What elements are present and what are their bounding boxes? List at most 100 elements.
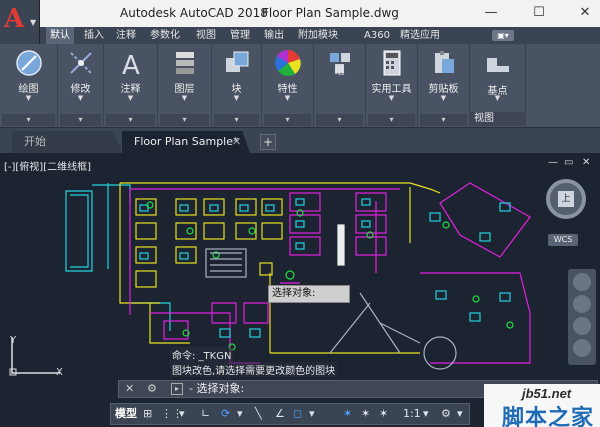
view-panel-label[interactable]: 视图 — [470, 112, 526, 126]
properties-icon — [274, 49, 301, 76]
watermark-site: jb51.net — [522, 386, 572, 401]
panel-expand-icon[interactable]: ▾ — [2, 114, 55, 126]
drawing-canvas[interactable]: [-][俯视][二维线框] — ▭ ✕ 上 WCS Y X 选择对象: 命令: … — [0, 153, 600, 401]
minimize-button[interactable]: — — [476, 2, 506, 24]
chevron-down-icon: ▼ — [440, 94, 447, 102]
polar-menu-icon[interactable]: ▾ — [237, 404, 243, 424]
clipboard-button[interactable]: 剪贴板 ▼ ▾ — [418, 44, 470, 128]
zoom-icon[interactable] — [573, 317, 591, 335]
file-title: Floor Plan Sample.dwg — [262, 6, 399, 20]
tab-default[interactable]: 默认 — [46, 27, 74, 44]
full-navigation-wheel-icon[interactable] — [573, 273, 591, 291]
clipboard-icon — [434, 51, 454, 73]
utilities-button[interactable]: 实用工具 ▼ ▾ — [366, 44, 418, 128]
draw-icon — [15, 50, 42, 76]
close-window-button[interactable]: ✕ — [570, 2, 600, 24]
tab-featured-apps[interactable]: 精选应用 — [396, 27, 444, 44]
application-menu-button[interactable]: A ▼ — [0, 0, 40, 44]
isodraft-icon[interactable]: ╲ — [255, 404, 262, 424]
close-command-line-icon[interactable]: ✕ — [125, 381, 134, 397]
annotation-label: 注释 — [120, 84, 141, 95]
block-icon — [225, 51, 248, 72]
viewport-minimize-icon[interactable]: — — [548, 157, 558, 168]
status-toolbar: 模型 ⊞ ⋮⋮ ▾ ∟ ⟳ ▾ ╲ ∠ ◻ ▾ ✶ ✶ ✶ 1:1 ▾ ⚙ ▾ — [110, 403, 470, 425]
viewcube-top-face[interactable]: 上 — [558, 191, 574, 207]
panel-expand-icon[interactable]: ▾ — [60, 114, 101, 126]
customize-wrench-icon[interactable]: ⚙ — [147, 381, 157, 397]
new-tab-button[interactable]: + — [260, 134, 276, 150]
layers-button[interactable]: 图层 ▼ ▾ — [158, 44, 212, 128]
panel-expand-icon[interactable]: ▾ — [316, 114, 363, 126]
scale-menu-icon[interactable]: ▾ — [423, 404, 429, 424]
tab-floor-plan-label: Floor Plan Sample* — [134, 135, 239, 148]
chevron-down-icon: ▼ — [494, 94, 501, 102]
properties-button[interactable]: 特性 ▼ ▾ — [262, 44, 314, 128]
tab-addins[interactable]: 附加模块 — [294, 27, 342, 44]
viewport-close-icon[interactable]: ✕ — [582, 157, 590, 168]
tab-annotate[interactable]: 注释 — [112, 27, 140, 44]
viewport-controls-label[interactable]: [-][俯视][二维线框] — [4, 158, 91, 173]
utilities-icon — [383, 50, 400, 76]
tab-output[interactable]: 输出 — [260, 27, 288, 44]
ribbon-tab-bar: 默认 插入 注释 参数化 视图 管理 输出 附加模块 A360 精选应用 ▣▾ — [40, 27, 600, 44]
workspace-gear-icon[interactable]: ⚙ — [441, 404, 451, 424]
chevron-down-icon: ▼ — [233, 94, 240, 102]
annotation-button[interactable]: A 注释 ▼ ▾ — [104, 44, 158, 128]
navigation-bar[interactable] — [568, 269, 596, 365]
panel-expand-icon[interactable]: ▾ — [368, 114, 415, 126]
object-snap-tracking-icon[interactable]: ∠ — [275, 404, 285, 424]
draw-button[interactable]: 绘图 ▼ ▾ — [0, 44, 58, 128]
chevron-down-icon: ▼ — [284, 94, 291, 102]
block-label: 块 — [231, 84, 242, 95]
workspace-menu-icon[interactable]: ▾ — [457, 404, 463, 424]
ucs-y-label: Y — [10, 335, 17, 346]
panel-expand-icon[interactable]: ▾ — [106, 114, 155, 126]
pan-icon[interactable] — [573, 295, 591, 313]
file-tab-bar: 开始 Floor Plan Sample* ✕ + — [0, 128, 600, 153]
group-label: 组 — [334, 66, 345, 77]
object-snap-menu-icon[interactable]: ▾ — [309, 404, 315, 424]
chevron-down-icon: ▼ — [77, 94, 84, 102]
ribbon-options-icon[interactable]: ▣▾ — [492, 30, 514, 41]
annotation-scale-icon[interactable]: ✶ — [379, 404, 388, 424]
tab-view[interactable]: 视图 — [192, 27, 220, 44]
model-space-button[interactable]: 模型 — [115, 404, 137, 424]
ortho-icon[interactable]: ∟ — [201, 404, 210, 424]
tab-insert[interactable]: 插入 — [80, 27, 108, 44]
tab-a360[interactable]: A360 — [360, 27, 394, 44]
group-button[interactable]: 组 ▾ — [314, 44, 366, 128]
panel-expand-icon[interactable]: ▾ — [214, 114, 259, 126]
orbit-icon[interactable] — [573, 339, 591, 357]
autocad-logo-icon: A — [4, 4, 25, 34]
title-bar: Autodesk AutoCAD 2018 Floor Plan Sample.… — [0, 0, 600, 27]
chevron-down-icon: ▼ — [388, 94, 395, 102]
modify-label: 修改 — [70, 84, 91, 95]
panel-expand-icon[interactable]: ▾ — [160, 114, 209, 126]
annotation-visibility-icon[interactable]: ✶ — [343, 404, 352, 424]
recent-commands-icon[interactable]: ▸ — [171, 383, 183, 395]
select-objects-tooltip: 选择对象: — [268, 285, 350, 303]
chevron-down-icon: ▼ — [30, 18, 37, 27]
grid-icon[interactable]: ⊞ — [143, 404, 152, 424]
object-snap-icon[interactable]: ◻ — [293, 404, 302, 424]
panel-expand-icon[interactable]: ▾ — [420, 114, 467, 126]
polar-tracking-icon[interactable]: ⟳ — [221, 404, 230, 424]
tab-manage[interactable]: 管理 — [226, 27, 254, 44]
tab-floor-plan[interactable]: Floor Plan Sample* ✕ — [122, 131, 250, 153]
modify-button[interactable]: 修改 ▼ ▾ — [58, 44, 104, 128]
viewcube[interactable]: 上 — [546, 179, 586, 219]
block-button[interactable]: 块 ▼ ▾ — [212, 44, 262, 128]
basepoint-icon — [486, 58, 509, 72]
autoscale-icon[interactable]: ✶ — [361, 404, 370, 424]
chevron-down-icon: ▼ — [127, 94, 134, 102]
tab-parametric[interactable]: 参数化 — [146, 27, 184, 44]
panel-expand-icon[interactable]: ▾ — [264, 114, 311, 126]
tab-start[interactable]: 开始 — [12, 131, 122, 153]
close-tab-icon[interactable]: ✕ — [232, 131, 241, 153]
maximize-button[interactable]: ☐ — [524, 2, 554, 24]
annotation-scale-value[interactable]: 1:1 — [403, 404, 421, 424]
wcs-menu[interactable]: WCS — [548, 234, 578, 246]
snap-menu-icon[interactable]: ▾ — [179, 404, 185, 424]
viewport-restore-icon[interactable]: ▭ — [564, 157, 573, 168]
command-input[interactable]: - 选择对象: — [189, 381, 244, 397]
